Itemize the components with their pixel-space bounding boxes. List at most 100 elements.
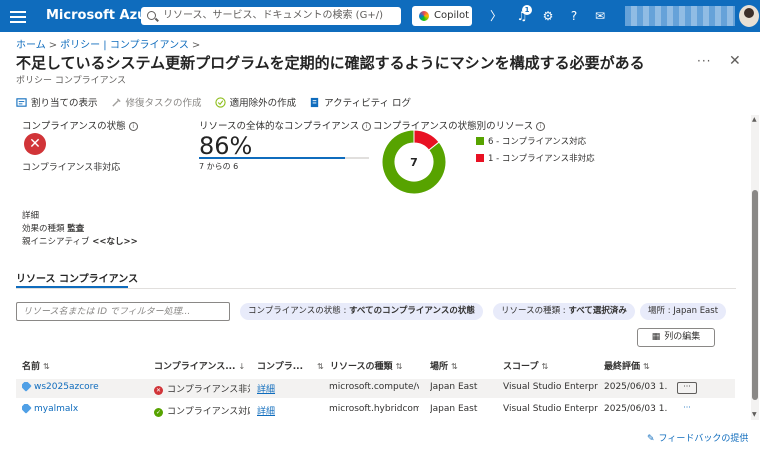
- copilot-icon: [419, 11, 429, 21]
- server-icon: [22, 404, 32, 414]
- info-icon[interactable]: i: [128, 122, 138, 131]
- tab-resource-compliance[interactable]: リソース コンプライアンス: [16, 270, 138, 285]
- overall-compliance-bar: [199, 157, 369, 159]
- edit-columns-button[interactable]: ▦ 列の編集: [637, 328, 715, 347]
- compliance-status-cell: ✕コンプライアンス非対応: [154, 385, 250, 395]
- resource-name-link[interactable]: myalmalx: [22, 404, 142, 414]
- resource-type-cell: microsoft.hybridcom...: [329, 404, 419, 414]
- help-icon[interactable]: ?: [566, 8, 582, 24]
- column-header-location[interactable]: 場所 ⇅: [430, 359, 458, 372]
- feedback-link[interactable]: ✎ フィードバックの提供: [647, 431, 748, 444]
- sort-icon: ⇅: [395, 362, 403, 371]
- resource-name-link[interactable]: ws2025azcore: [22, 382, 142, 392]
- scrollbar-thumb[interactable]: [752, 190, 758, 400]
- noncompliant-icon: ✕: [154, 386, 163, 395]
- sort-icon: ⇅: [643, 362, 650, 371]
- cloud-shell-icon[interactable]: 〉: [488, 8, 504, 24]
- details-title: 詳細: [22, 211, 40, 221]
- create-remediation-task-label: 修復タスクの作成: [125, 98, 202, 109]
- sort-icon: ⇅: [541, 362, 549, 371]
- global-search-input[interactable]: リソース、サービス、ドキュメントの検索 (G+/): [141, 7, 401, 25]
- command-bar: 割り当ての表示 修復タスクの作成 適用除外の作成 アクティビティ ログ: [16, 95, 421, 111]
- column-header-resource-type[interactable]: リソースの種類 ⇅: [330, 359, 402, 372]
- sort-icon: ⇅: [43, 362, 50, 371]
- location-cell: Japan East: [430, 382, 478, 392]
- settings-gear-icon[interactable]: ⚙: [540, 8, 556, 24]
- filter-pill-location[interactable]: 場所 : Japan East: [640, 303, 727, 320]
- info-icon[interactable]: i: [362, 122, 372, 131]
- more-options-button[interactable]: ···: [697, 54, 711, 68]
- column-header-compliance-detail[interactable]: コンプラ... ⇅: [257, 359, 324, 372]
- compliant-check-icon: ✓: [154, 408, 163, 417]
- close-icon[interactable]: ✕: [729, 53, 741, 69]
- page-subtitle: ポリシー コンプライアンス: [16, 76, 127, 86]
- column-header-scope[interactable]: スコープ ⇅: [503, 359, 548, 372]
- edit-columns-icon: ▦: [651, 332, 661, 342]
- remediation-icon: [111, 98, 121, 107]
- sort-down-icon: ↓: [238, 362, 246, 371]
- overall-compliance-detail: 7 からの 6: [199, 162, 239, 171]
- breadcrumb-policy-compliance[interactable]: ポリシー | コンプライアンス: [60, 40, 189, 51]
- donut-total: 7: [410, 156, 418, 169]
- info-icon[interactable]: i: [536, 122, 546, 131]
- compliance-donut-chart: 7: [381, 129, 447, 195]
- scope-cell: Visual Studio Enterpri...: [503, 404, 598, 414]
- virtual-machine-icon: [22, 382, 32, 392]
- legend-swatch-compliant: [476, 137, 484, 145]
- compliance-state-value: コンプライアンス非対応: [22, 163, 121, 173]
- scroll-up-icon[interactable]: ▲: [752, 116, 757, 123]
- legend-item-compliant[interactable]: 6 - コンプライアンス対応: [476, 135, 586, 147]
- activity-log-icon: [310, 97, 319, 108]
- view-assignment-button[interactable]: 割り当ての表示: [16, 95, 98, 109]
- parent-initiative: 親イニシアティブ <<なし>>: [22, 237, 138, 247]
- column-header-name[interactable]: 名前 ⇅: [22, 359, 50, 372]
- create-exemption-label: 適用除外の作成: [229, 98, 297, 109]
- row-more-button[interactable]: ···: [677, 382, 697, 394]
- scope-cell: Visual Studio Enterpri...: [503, 382, 598, 392]
- activity-log-button[interactable]: アクティビティ ログ: [309, 95, 411, 109]
- top-bar: Microsoft Azure リソース、サービス、ドキュメントの検索 (G+/…: [0, 0, 760, 32]
- copilot-label: Copilot: [434, 10, 470, 21]
- edit-columns-label: 列の編集: [664, 332, 701, 342]
- compliance-detail-link[interactable]: 詳細: [257, 404, 297, 417]
- avatar[interactable]: [739, 5, 759, 27]
- last-evaluated-cell: 2025/06/03 1...: [604, 404, 668, 414]
- overall-compliance-bar-fill: [199, 157, 346, 159]
- sort-icon: ⇅: [317, 362, 324, 371]
- column-header-compliance-state[interactable]: コンプライアンス... ↓: [154, 359, 245, 372]
- global-search-placeholder: リソース、サービス、ドキュメントの検索 (G+/): [163, 10, 383, 21]
- legend-item-noncompliant[interactable]: 1 - コンプライアンス非対応: [476, 152, 595, 164]
- noncompliant-status-icon: ✕: [24, 133, 46, 155]
- create-remediation-task-button[interactable]: 修復タスクの作成: [111, 95, 202, 109]
- table-row[interactable]: ws2025azcore ✕コンプライアンス非対応 詳細 microsoft.c…: [16, 379, 735, 398]
- effect-type: 効果の種類 監査: [22, 224, 85, 234]
- account-info[interactable]: [625, 6, 735, 26]
- breadcrumb: ホーム > ポリシー | コンプライアンス >: [16, 40, 201, 51]
- breadcrumb-home[interactable]: ホーム: [16, 40, 46, 51]
- assignment-icon: [16, 98, 27, 107]
- filter-pill-resource-type[interactable]: リソースの種類 : すべて選択済み: [493, 303, 635, 320]
- column-header-last-evaluated[interactable]: 最終評価 ⇅: [604, 359, 650, 372]
- row-more-button[interactable]: ···: [677, 404, 697, 416]
- page-title: 不足しているシステム更新プログラムを定期的に確認するようにマシンを構成する必要が…: [16, 54, 645, 72]
- filter-pill-compliance-state[interactable]: コンプライアンスの状態 : すべてのコンプライアンスの状態: [240, 303, 483, 320]
- compliance-state-title: コンプライアンスの状態 i: [22, 118, 138, 132]
- feedback-icon[interactable]: ✉: [592, 8, 608, 24]
- scroll-down-icon[interactable]: ▼: [752, 411, 757, 418]
- view-assignment-label: 割り当ての表示: [31, 98, 98, 109]
- tab-divider: [16, 288, 736, 289]
- copilot-button[interactable]: Copilot: [412, 6, 472, 26]
- compliance-detail-link[interactable]: 詳細: [257, 382, 297, 395]
- activity-log-label: アクティビティ ログ: [324, 98, 412, 109]
- notification-badge: 1: [522, 5, 532, 15]
- location-cell: Japan East: [430, 404, 478, 414]
- table-row[interactable]: myalmalx ✓ コンプライアンス対応 詳細 microsoft.hybrid…: [16, 401, 735, 420]
- overall-compliance-title: リソースの全体的なコンプライアンス i: [199, 118, 372, 132]
- resource-type-cell: microsoft.compute/vi...: [329, 382, 419, 392]
- resource-filter-input[interactable]: [16, 302, 230, 321]
- create-exemption-button[interactable]: 適用除外の作成: [214, 95, 297, 109]
- legend-swatch-noncompliant: [476, 154, 484, 162]
- legend-label-noncompliant: 1 - コンプライアンス非対応: [488, 154, 595, 164]
- legend-label-compliant: 6 - コンプライアンス対応: [488, 137, 587, 147]
- hamburger-menu-icon[interactable]: [10, 8, 26, 24]
